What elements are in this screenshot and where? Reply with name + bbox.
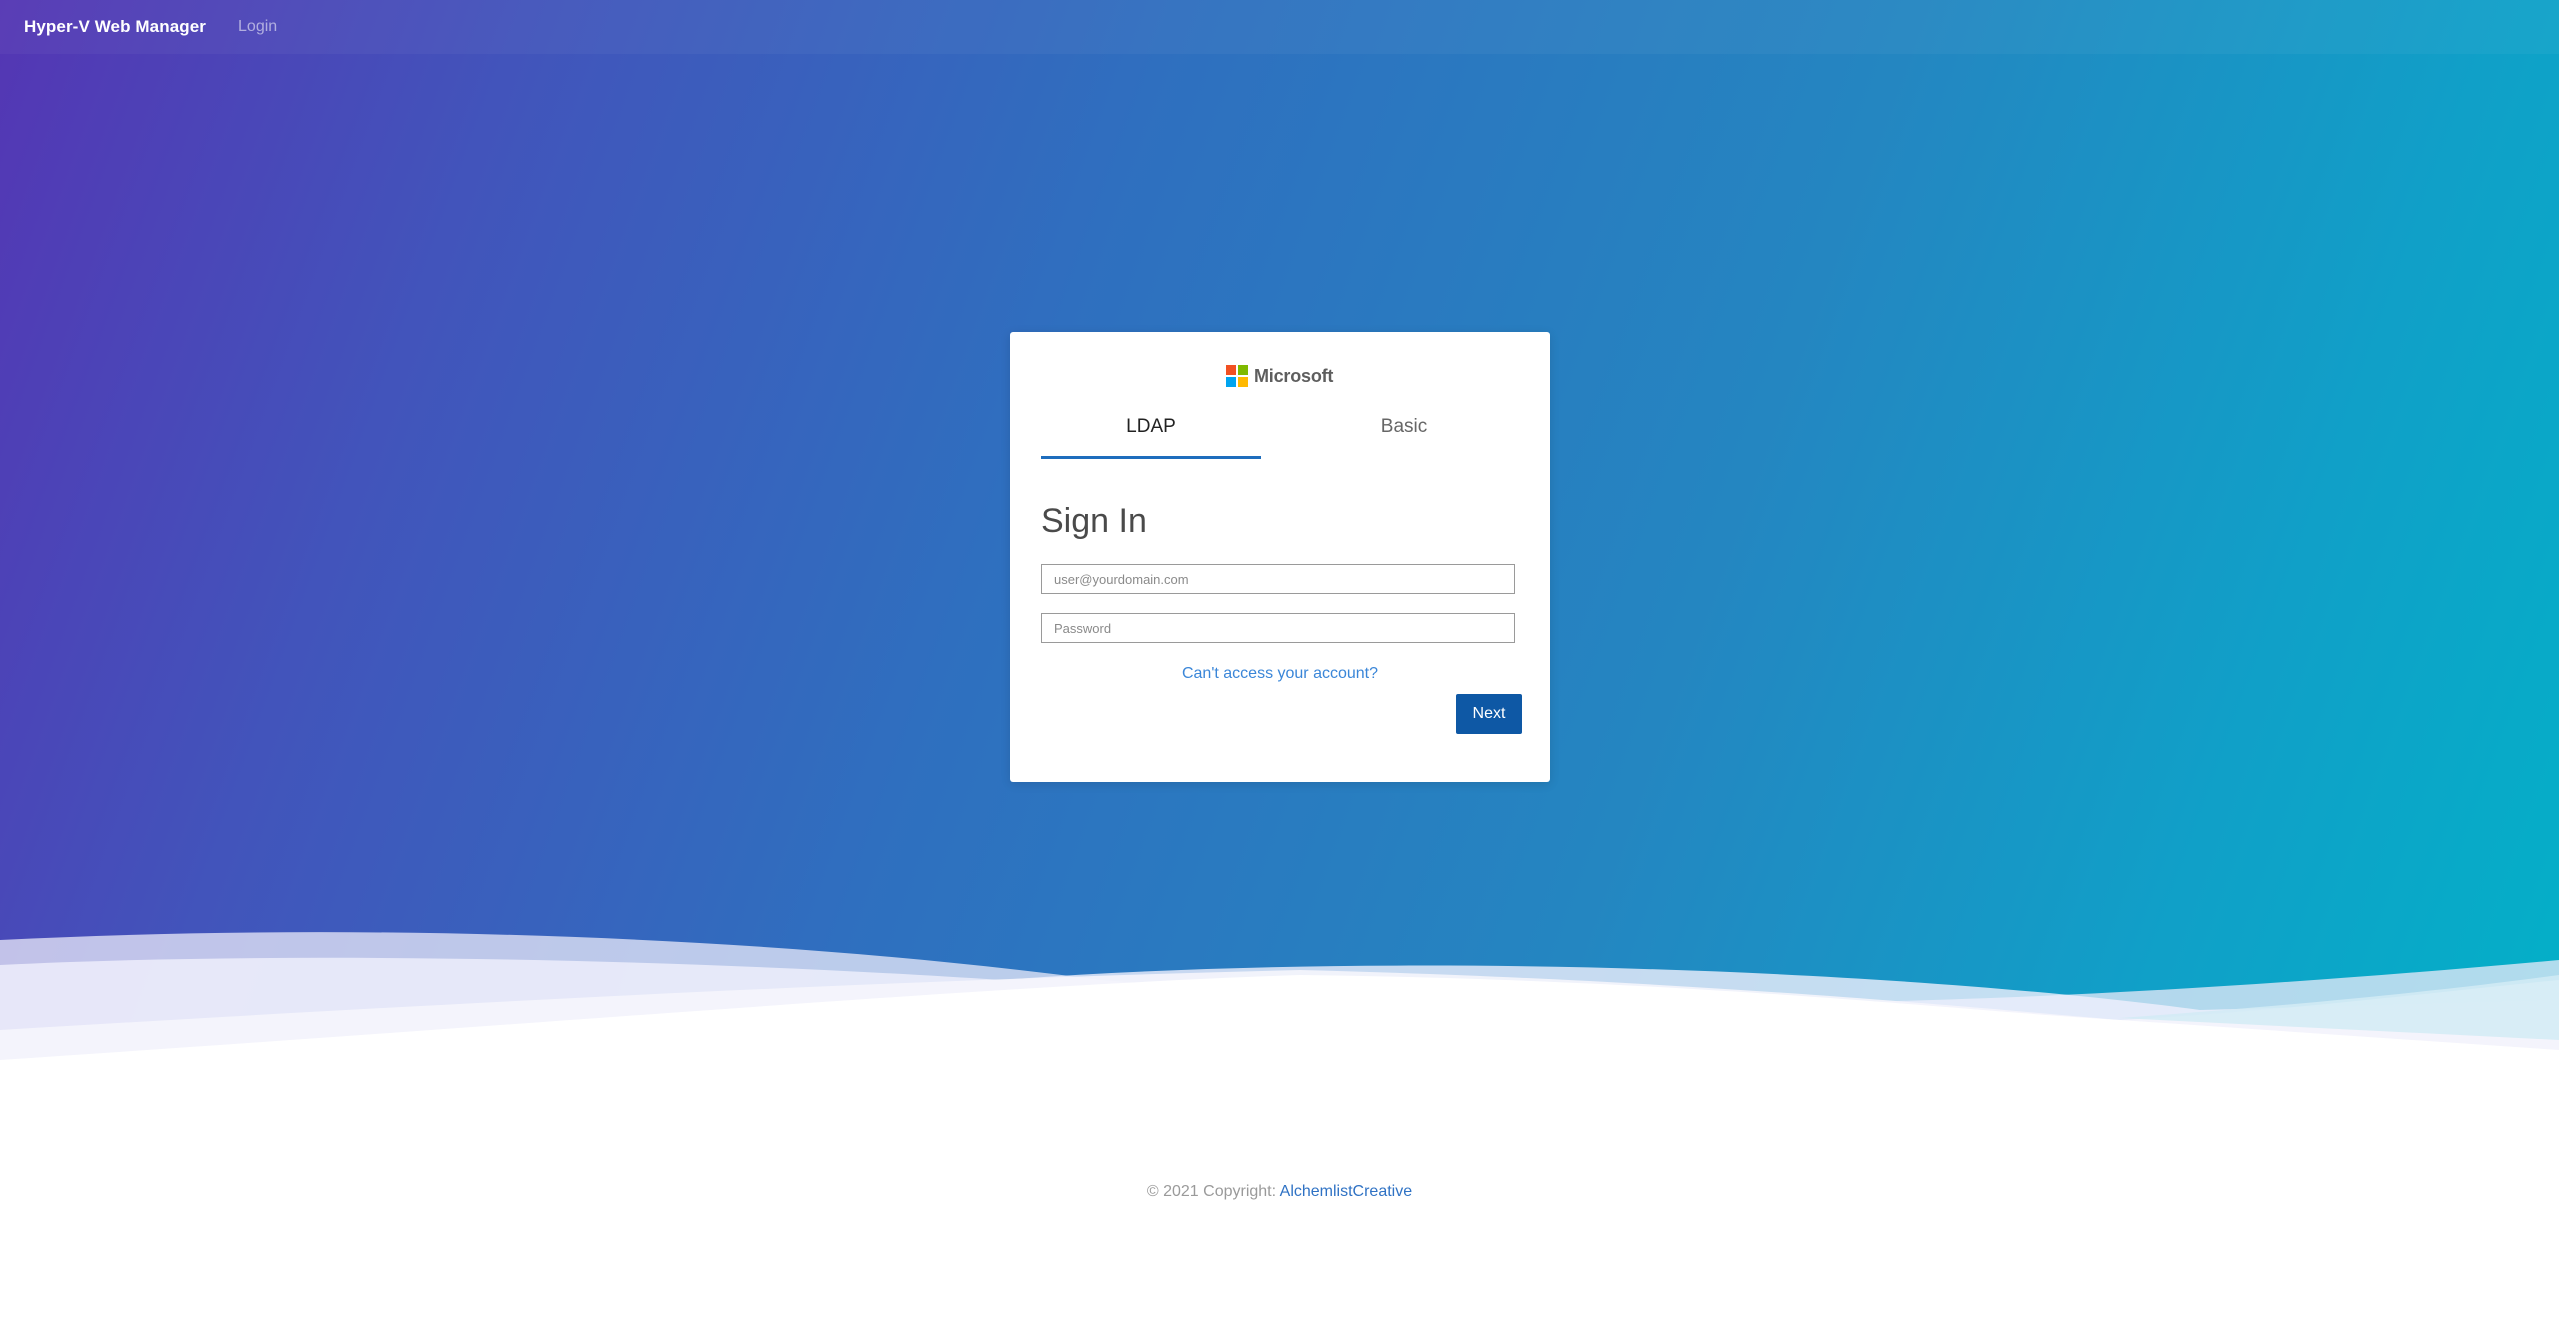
tab-basic[interactable]: Basic [1289,412,1519,456]
copyright-text: © 2021 Copyright: [1146,1183,1277,1200]
nav-login-link[interactable]: Login [238,18,277,36]
footer-brand-link[interactable]: AlchemlistCreative [1280,1183,1412,1200]
logo-square-yellow [1238,377,1248,387]
wave-decoration [0,932,2559,1100]
app-brand[interactable]: Hyper-V Web Manager [24,17,206,37]
login-page: Hyper-V Web Manager Login Microsoft LDAP… [0,0,2559,1327]
password-field[interactable] [1041,613,1515,643]
microsoft-wordmark: Microsoft [1254,365,1334,386]
cant-access-account-link[interactable]: Can't access your account? [1010,665,1550,683]
sign-in-title: Sign In [1041,502,1147,540]
footer: © 2021 Copyright: AlchemlistCreative [0,1183,2559,1201]
login-card: Microsoft LDAP Basic Sign In Can't acces… [1010,332,1550,782]
page-bottom [0,1080,2559,1327]
logo-square-blue [1226,377,1236,387]
microsoft-squares-icon [1226,365,1248,387]
tab-ldap[interactable]: LDAP [1041,412,1261,459]
logo-square-green [1238,365,1248,375]
microsoft-logo: Microsoft [1226,365,1333,387]
logo-square-red [1226,365,1236,375]
auth-tabs: LDAP Basic [1041,412,1519,460]
top-navbar: Hyper-V Web Manager Login [0,0,2559,54]
next-button[interactable]: Next [1456,694,1522,734]
email-field[interactable] [1041,564,1515,594]
